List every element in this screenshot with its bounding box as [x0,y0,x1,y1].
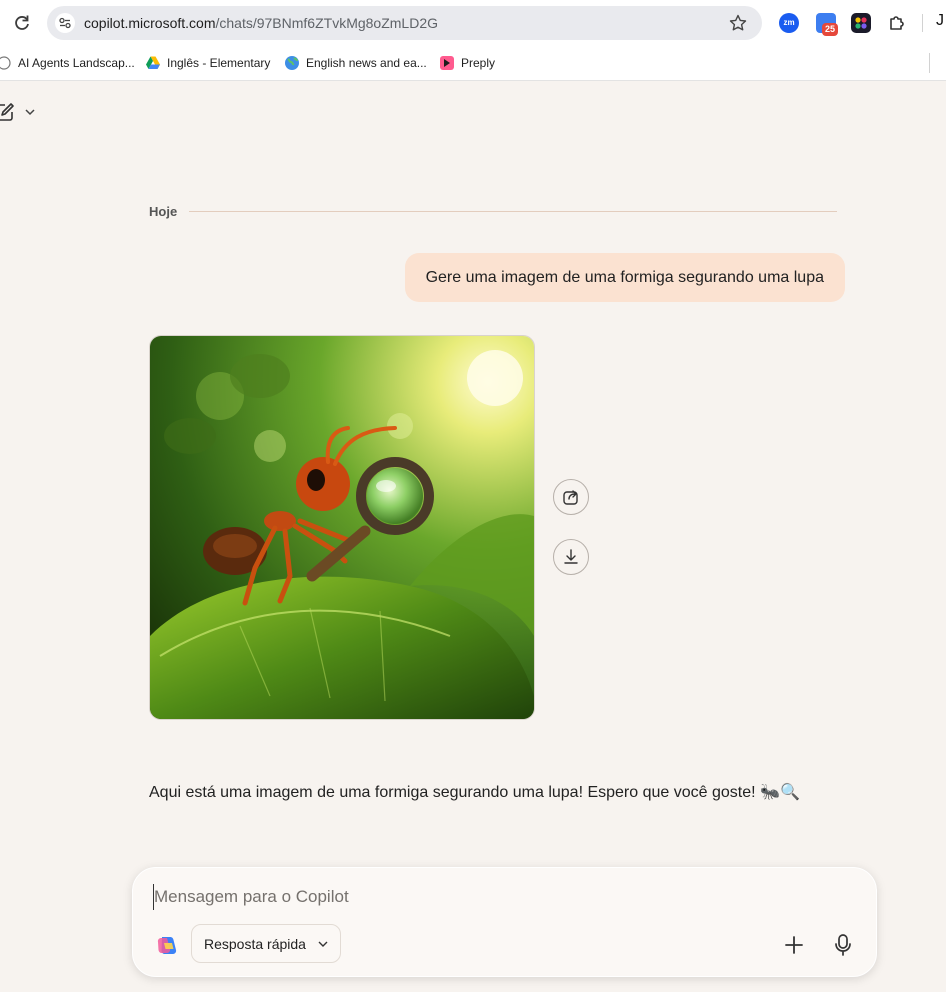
profile-avatar[interactable]: J [936,12,944,30]
ai-response-text: Aqui está uma imagem de uma formiga segu… [149,784,800,801]
microphone-icon[interactable] [832,933,854,957]
date-label: Hoje [149,204,178,219]
copilot-logo-icon [157,937,177,954]
globe-icon [0,56,11,70]
bookmark-label: AI Agents Landscap... [18,56,135,70]
bookmark-english-news[interactable]: English news and ea... [284,53,427,73]
download-button[interactable] [553,539,589,575]
bookmark-preply[interactable]: Preply [439,53,495,73]
response-mode-select[interactable]: Resposta rápida [191,924,341,963]
url-path: /chats/97BNmf6ZTvkMg8oZmLD2G [215,15,438,31]
message-composer: Resposta rápida [132,867,877,977]
bookmark-label: Preply [461,56,496,70]
notification-badge: 25 [822,23,838,36]
bookmark-ai-agents[interactable]: AI Agents Landscap... [0,53,135,73]
share-button[interactable] [553,479,589,515]
chevron-down-icon [318,941,328,947]
bookmark-ingles[interactable]: Inglês - Elementary [145,53,270,73]
url-host: copilot.microsoft.com [84,15,216,31]
preply-icon [440,56,454,70]
google-drive-icon [146,56,160,69]
address-bar[interactable]: copilot.microsoft.com/chats/97BNmf6ZTvkM… [47,6,762,40]
generated-image-ant-magnifier[interactable] [149,335,535,720]
toolbar-separator [922,14,923,32]
chevron-down-icon[interactable] [22,104,38,120]
reload-icon[interactable] [12,13,32,33]
divider-line [189,211,837,212]
browser-toolbar: copilot.microsoft.com/chats/97BNmf6ZTvkM… [0,0,946,46]
date-separator: Hoje [149,202,837,222]
earth-icon [285,56,299,70]
bookmark-star-icon[interactable] [728,13,748,33]
zoom-extension-icon[interactable]: zm [779,13,799,33]
user-message-bubble: Gere uma imagem de uma formiga segurando… [404,253,845,302]
colorful-extension-icon[interactable] [851,13,871,33]
site-info-icon[interactable] [55,13,75,33]
new-chat-icon[interactable] [0,101,16,123]
mode-label: Resposta rápida [204,936,306,952]
share-icon [563,490,578,505]
url-text: copilot.microsoft.com/chats/97BNmf6ZTvkM… [84,15,438,31]
plus-icon[interactable] [783,934,805,956]
bookmark-label: Inglês - Elementary [167,56,271,70]
download-icon [564,549,578,564]
bookmark-label: English news and ea... [306,56,427,70]
bookmarks-bar: AI Agents Landscap... Inglês - Elementar… [0,46,946,81]
message-input[interactable] [153,884,844,910]
extensions-puzzle-icon[interactable] [887,13,907,33]
bookmarks-separator [929,53,930,73]
